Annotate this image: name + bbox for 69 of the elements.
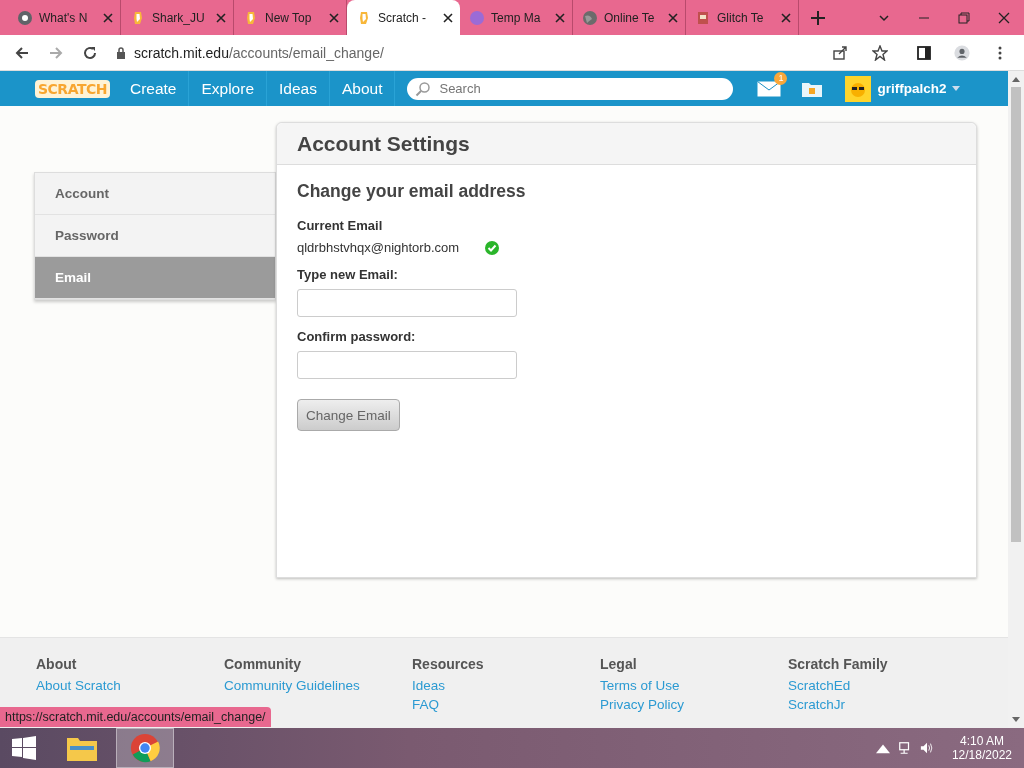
network-icon[interactable] (897, 741, 912, 755)
caret-icon (952, 86, 961, 91)
footer-link[interactable]: Community Guidelines (224, 678, 412, 693)
footer-heading: Legal (600, 656, 638, 672)
footer-link[interactable]: About Scratch (36, 678, 224, 693)
avatar-icon (845, 75, 872, 102)
reload-icon[interactable] (82, 44, 98, 61)
star-icon[interactable] (872, 44, 888, 61)
tab-title: Online Te (604, 10, 656, 25)
footer-heading: Resources (412, 656, 485, 672)
footer-link[interactable]: Ideas (412, 678, 600, 693)
windows-icon[interactable] (12, 736, 36, 760)
footer-link[interactable]: ScratchJr (788, 697, 976, 712)
lock-icon (116, 46, 126, 59)
footer-link[interactable]: Terms of Use (600, 678, 788, 693)
search-icon (415, 80, 432, 97)
nav-link[interactable]: Ideas (267, 71, 330, 106)
new-tab-icon[interactable] (811, 10, 825, 25)
footer-link[interactable]: ScratchEd (788, 678, 976, 693)
change-email-button[interactable]: Change Email (297, 399, 400, 431)
browser-tab[interactable]: Scratch - (347, 0, 460, 35)
footer-heading: Community (224, 656, 302, 672)
footer-heading: About (36, 656, 78, 672)
speaker-icon[interactable] (919, 741, 934, 755)
footer-heading: Scratch Family (788, 656, 889, 672)
user-menu[interactable]: griffpalch2 (845, 75, 961, 102)
close-icon[interactable] (443, 12, 453, 23)
sidebar-item[interactable]: Email (35, 257, 275, 299)
chrome-icon (130, 733, 160, 763)
scratch-logo[interactable]: SCRATCH (35, 79, 110, 98)
tab-title: Glitch Te (717, 10, 765, 25)
search-field[interactable]: Search (407, 77, 734, 100)
restore-icon[interactable] (958, 11, 970, 24)
envelope-icon[interactable] (757, 80, 782, 97)
footer-link[interactable]: Privacy Policy (600, 697, 788, 712)
message-count: 1 (774, 71, 788, 85)
field-label: Confirm password: (297, 329, 416, 344)
field-label: Type new Email: (297, 267, 398, 282)
globe-icon (582, 9, 598, 26)
scroll-down-icon[interactable] (1012, 717, 1020, 723)
nav-link[interactable]: About (329, 71, 396, 106)
tab-title: Scratch - (378, 10, 427, 25)
card-title: Account Settings (297, 131, 470, 156)
taskbar-button[interactable] (116, 728, 174, 768)
share-icon[interactable] (832, 44, 848, 61)
url-text: scratch.mit.edu/accounts/email_change/ (134, 44, 384, 61)
input-field[interactable] (297, 289, 517, 317)
tab-title: Shark_JU (152, 10, 206, 25)
footer-link[interactable]: FAQ (412, 697, 600, 712)
tab-title: What's N (39, 10, 89, 25)
current-email: qldrbhstvhqx@nightorb.com (297, 240, 460, 255)
circle-icon (469, 9, 485, 26)
nav-link[interactable]: Create (117, 71, 190, 106)
tab-title: New Top (265, 10, 313, 25)
back-icon[interactable] (14, 44, 30, 61)
nav-link[interactable]: Explore (189, 71, 268, 106)
profile-icon[interactable] (954, 44, 970, 61)
section-heading: Change your email address (297, 181, 526, 202)
status-url: https://scratch.mit.edu/accounts/email_change/ (0, 707, 271, 727)
clock[interactable]: 4:10 AM 12/18/2022 (951, 734, 1012, 762)
input-field[interactable] (297, 351, 517, 379)
side-panel-icon[interactable] (916, 44, 932, 61)
tab-title: Temp Ma (491, 10, 542, 25)
field-label: Current Email (297, 218, 383, 233)
book-icon (695, 9, 711, 26)
sidebar-item[interactable]: Account (35, 173, 275, 215)
chrome-icon (17, 9, 33, 26)
scrollbar-thumb[interactable] (1011, 87, 1021, 542)
scroll-up-icon[interactable] (1012, 76, 1020, 82)
